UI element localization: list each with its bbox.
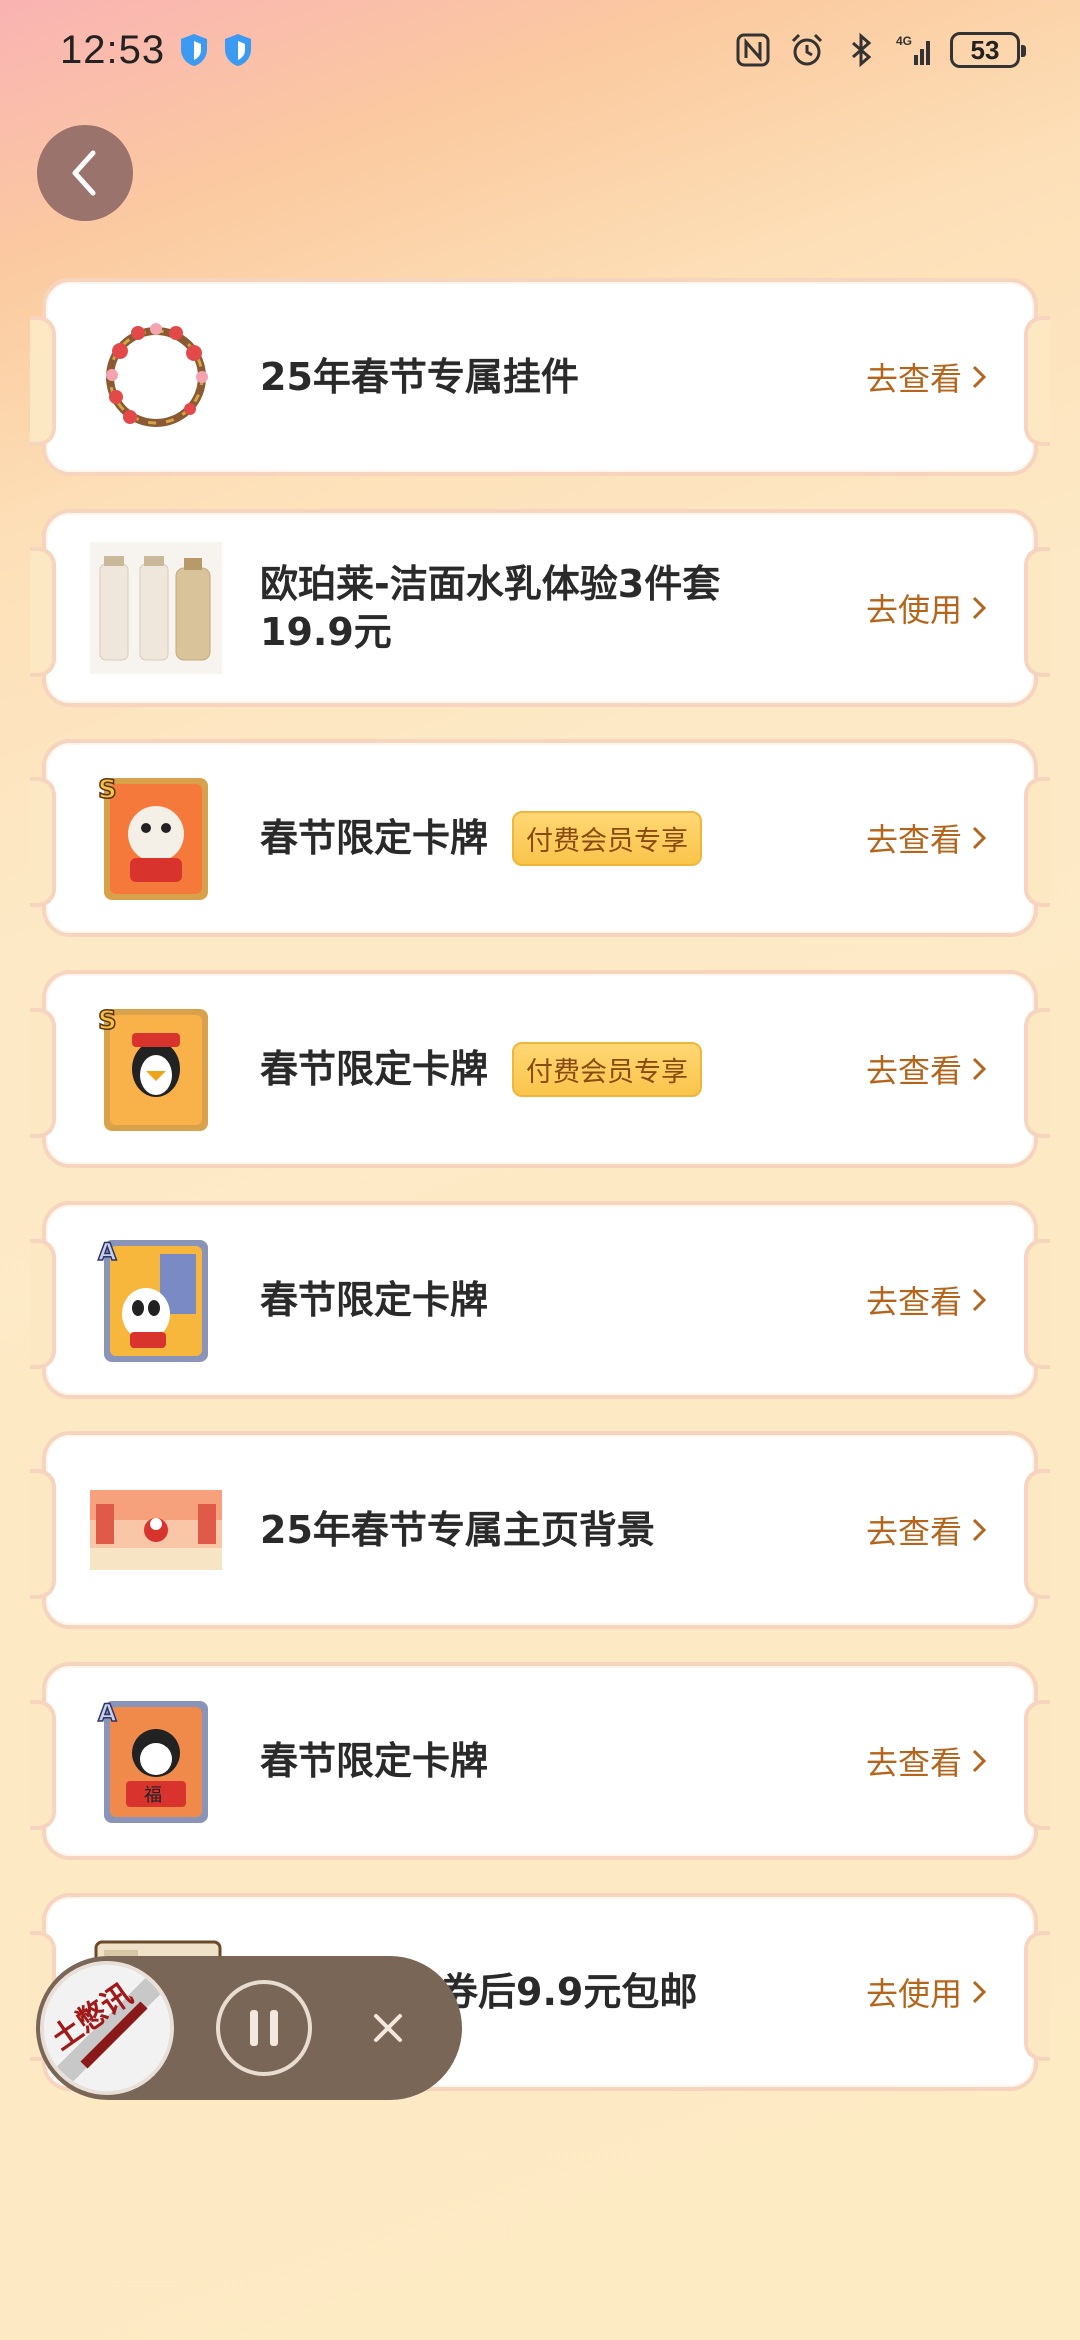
wreath-thumbnail: [90, 311, 222, 443]
item-title: 25年春节专属主页背景: [260, 1508, 655, 1553]
chevron-right-icon: [972, 1750, 987, 1773]
floating-player[interactable]: 土憋讯: [36, 1956, 462, 2100]
view-button[interactable]: 去查看: [866, 354, 988, 400]
list-item[interactable]: S 春节限定卡牌 付费会员专享 去查看: [30, 739, 1050, 938]
signal-icon: 4G: [896, 31, 934, 69]
use-button[interactable]: 去使用: [866, 585, 988, 631]
action-label: 去查看: [865, 360, 962, 398]
player-cover[interactable]: 土憋讯: [40, 1961, 174, 2095]
chevron-right-icon: [972, 1288, 987, 1311]
item-title: 欧珀莱-洁面水乳体验3件套19.9元: [260, 561, 721, 654]
view-button[interactable]: 去查看: [866, 1738, 988, 1784]
action-label: 去使用: [865, 590, 962, 629]
skincare-thumbnail: [90, 541, 222, 674]
card-thumbnail: A: [90, 1234, 222, 1366]
card-thumbnail: 福 A: [90, 1695, 222, 1827]
action-label: 去使用: [865, 1974, 962, 2013]
action-label: 去查看: [865, 1513, 962, 1552]
action-label: 去查看: [865, 1282, 962, 1321]
action-label: 去查看: [865, 1052, 962, 1091]
shield-icon: [223, 33, 253, 67]
status-bar: 12:53 4G 53: [0, 0, 1080, 100]
view-button[interactable]: 去查看: [866, 1507, 988, 1553]
chevron-right-icon: [972, 1980, 987, 2003]
chevron-right-icon: [972, 596, 987, 619]
chevron-right-icon: [972, 827, 987, 850]
svg-text:A: A: [98, 1238, 117, 1266]
list-item[interactable]: 福 A 春节限定卡牌 去查看: [30, 1662, 1050, 1861]
close-button[interactable]: [368, 2008, 408, 2048]
status-time: 12:53: [60, 27, 166, 72]
member-badge: 付费会员专享: [512, 1041, 703, 1097]
chevron-right-icon: [972, 365, 987, 389]
bluetooth-icon: [842, 31, 880, 69]
chevron-left-icon: [72, 150, 96, 196]
back-button[interactable]: [37, 125, 133, 221]
nfc-icon: [734, 31, 772, 69]
item-title: 春节限定卡牌: [260, 816, 489, 861]
action-label: 去查看: [865, 1744, 962, 1783]
card-thumbnail: S: [90, 1003, 222, 1135]
list-item[interactable]: 25年春节专属挂件 去查看: [30, 278, 1050, 476]
member-badge: 付费会员专享: [512, 810, 703, 866]
pause-icon: [250, 2010, 278, 2046]
list-item[interactable]: S 春节限定卡牌 付费会员专享 去查看: [30, 970, 1050, 1169]
card-thumbnail: S: [90, 772, 222, 904]
battery-indicator: 53: [950, 32, 1026, 68]
reward-list: 25年春节专属挂件 去查看 欧珀莱-洁面水乳体验3件套19.9元 去使用 S 春…: [30, 278, 1050, 2124]
svg-text:S: S: [98, 775, 117, 805]
item-title: 25年春节专属挂件: [260, 355, 579, 399]
item-title: 春节限定卡牌: [260, 1739, 489, 1784]
list-item[interactable]: 欧珀莱-洁面水乳体验3件套19.9元 去使用: [30, 508, 1050, 707]
view-button[interactable]: 去查看: [866, 1277, 988, 1323]
view-button[interactable]: 去查看: [866, 1046, 988, 1092]
background-thumbnail: [90, 1464, 222, 1596]
close-icon: [374, 2014, 402, 2042]
status-icons: 4G 53: [734, 31, 1026, 69]
svg-text:4G: 4G: [896, 34, 912, 48]
chevron-right-icon: [972, 1058, 987, 1081]
list-item[interactable]: 25年春节专属主页背景 去查看: [30, 1431, 1050, 1630]
chevron-right-icon: [972, 1519, 987, 1542]
action-label: 去查看: [865, 821, 962, 860]
pause-button[interactable]: [216, 1980, 312, 2076]
view-button[interactable]: 去查看: [866, 815, 988, 861]
item-title: 春节限定卡牌: [260, 1277, 489, 1322]
shield-icon: [179, 33, 209, 67]
svg-text:福: 福: [144, 1785, 162, 1806]
list-item[interactable]: A 春节限定卡牌 去查看: [30, 1200, 1050, 1399]
svg-text:A: A: [98, 1699, 117, 1727]
svg-text:S: S: [98, 1006, 117, 1036]
use-button[interactable]: 去使用: [866, 1969, 988, 2015]
alarm-icon: [788, 31, 826, 69]
item-title: 春节限定卡牌: [260, 1047, 489, 1092]
